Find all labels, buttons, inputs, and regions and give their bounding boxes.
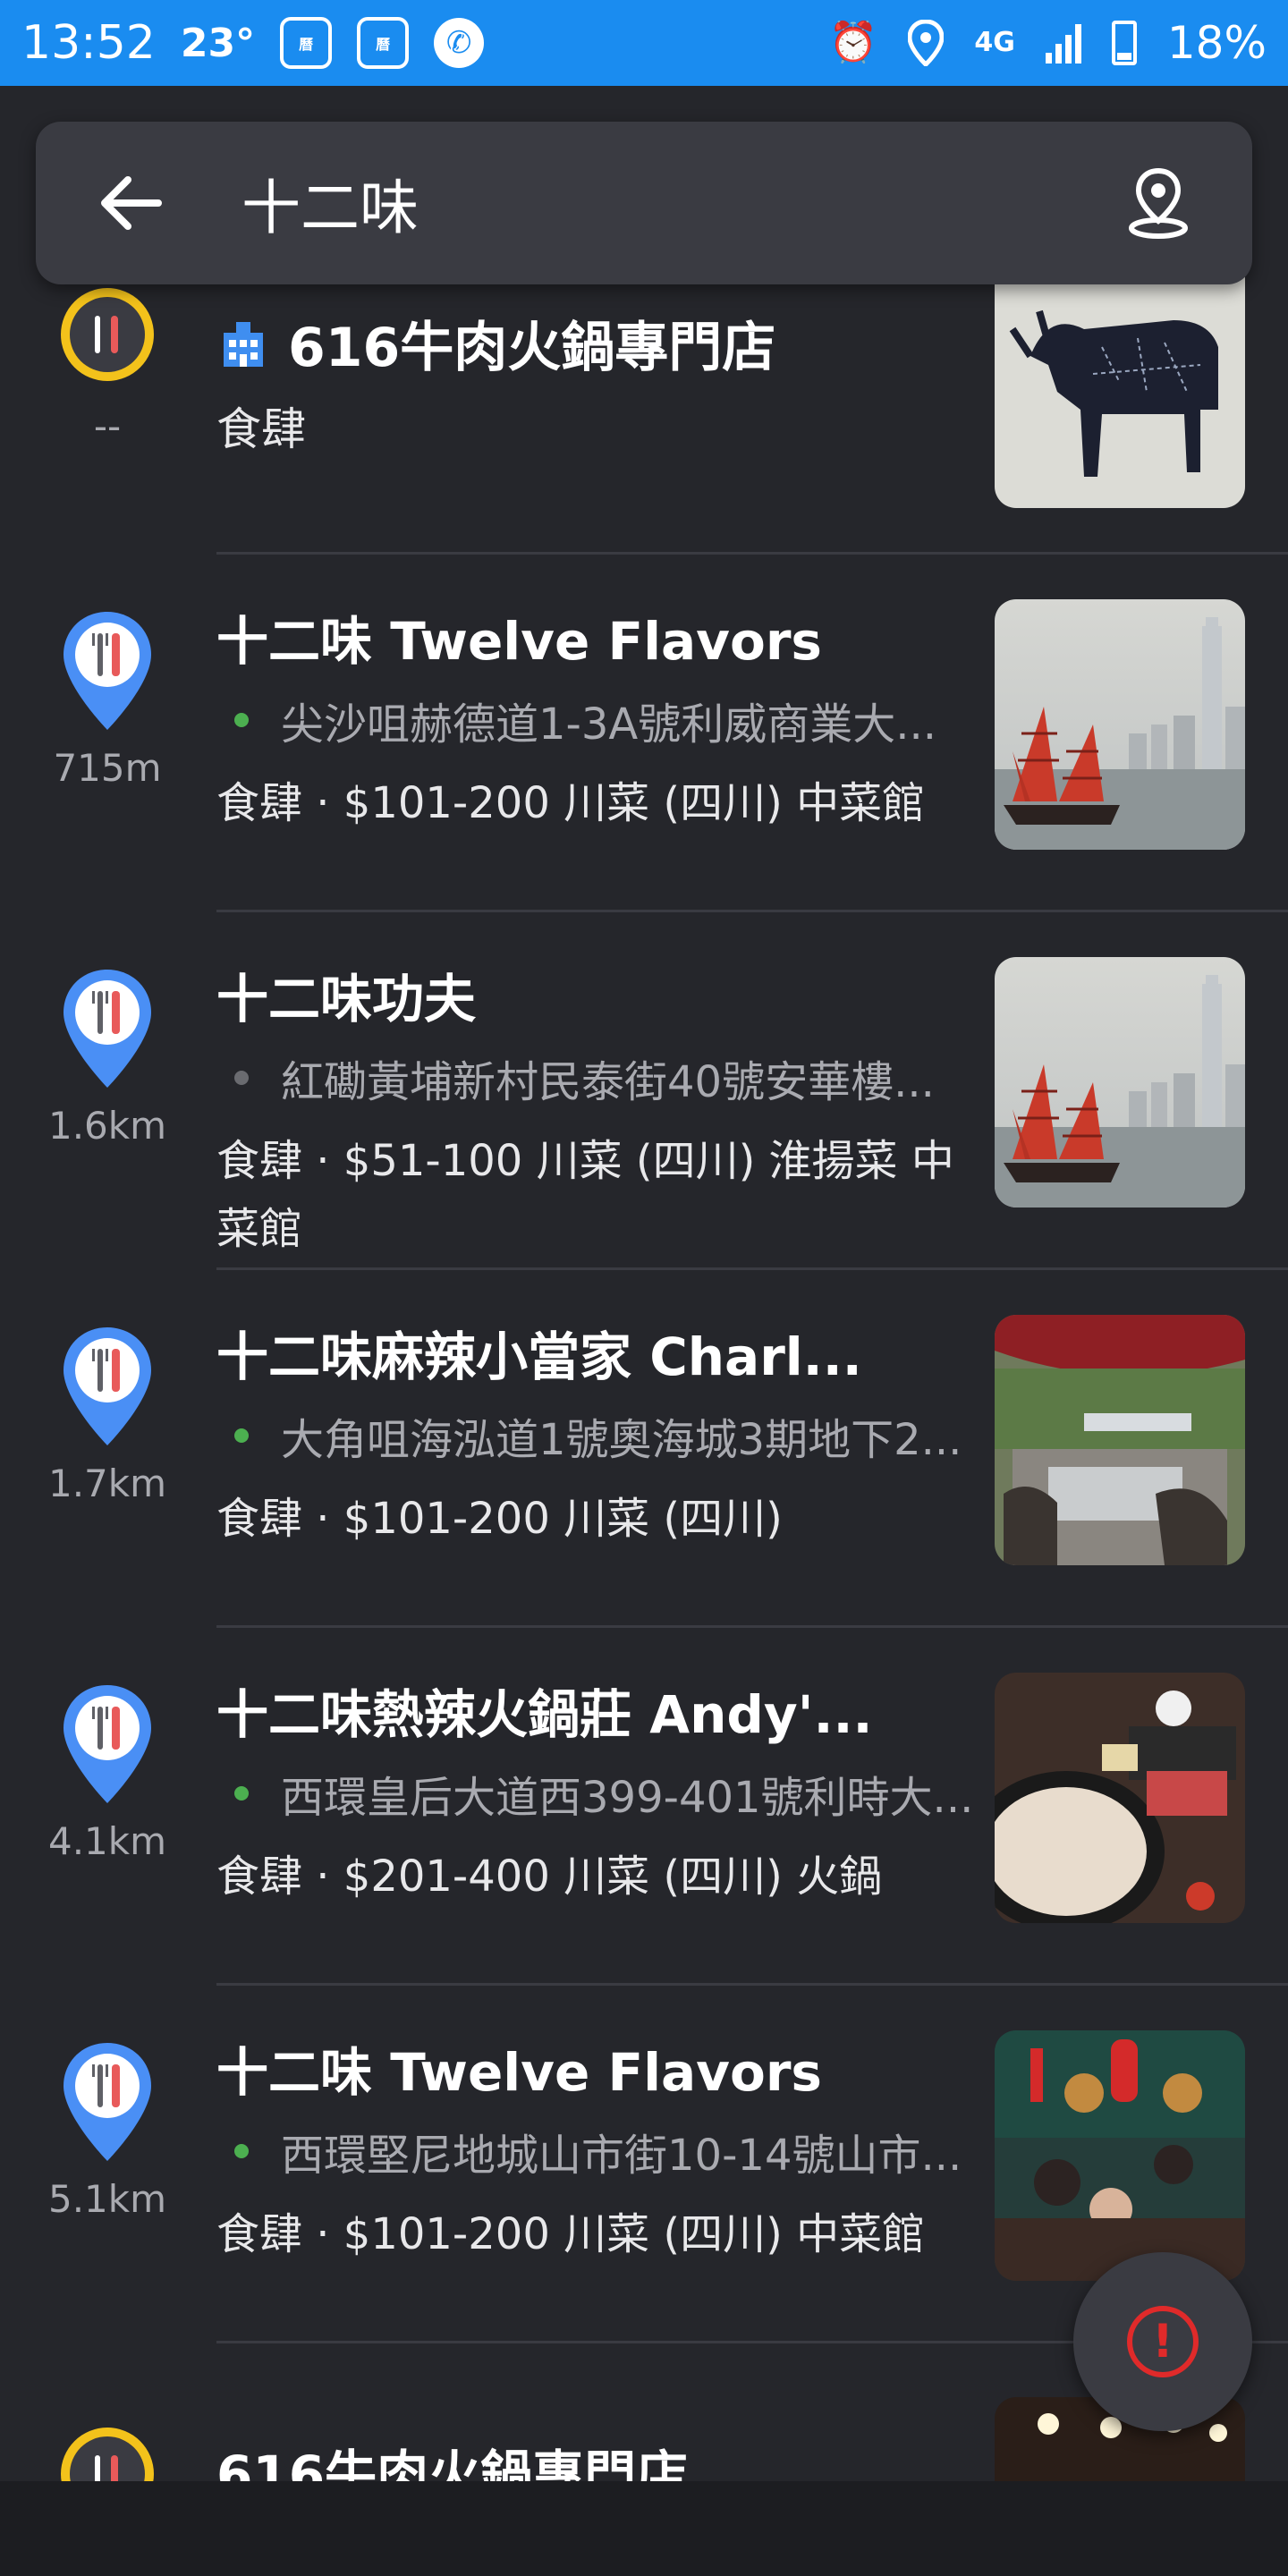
phone-icon: ✆ [434,18,485,68]
restaurant-pin-icon [58,966,157,1091]
open-status-dot [234,1786,249,1801]
restaurant-name: 十二味 Twelve Flavors [216,611,822,672]
status-temperature: 23° [180,20,256,66]
status-bar: 13:52 23° 曆 曆 ✆ ⏰ 4G 18% [0,0,1288,86]
calendar-app-icon: 曆 [280,17,333,69]
map-pin-icon[interactable] [1118,163,1199,243]
distance-label: 1.7km [47,1462,167,1505]
closed-status-dot [234,1071,249,1085]
restaurant-name: 十二味熱辣火鍋莊 Andy'... [216,1684,873,1745]
location-icon [908,20,945,66]
distance-label: 5.1km [47,2177,167,2221]
distance-label: 4.1km [47,1819,167,1863]
restaurant-address: 尖沙咀赫德道1-3A號利威商業大... [281,699,937,750]
list-item[interactable]: 1.7km 十二味麻辣小當家 Charl... 大角咀海泓道1號奧海城3期地下2..… [0,1270,1288,1628]
list-item[interactable]: 1.6km 十二味功夫紅磡黃埔新村民泰街40號安華樓... 食肆 · $51-100… [0,912,1288,1270]
restaurant-pin-icon [58,1324,157,1449]
restaurant-address: 西環皇后大道西399-401號利時大... [281,1773,974,1823]
restaurant-category: 食肆 [216,403,306,455]
alarm-icon: ⏰ [828,20,878,65]
restaurant-address: 紅磡黃埔新村民泰街40號安華樓... [281,1057,935,1107]
restaurant-meta: 食肆 · $101-200 川菜 (四川) 中菜館 [216,2209,926,2259]
status-time: 13:52 [21,16,156,70]
restaurant-meta: 食肆 · $201-400 川菜 (四川) 火鍋 [216,1852,883,1902]
signal-icon [1045,22,1081,64]
distance-label: -- [93,404,122,448]
restaurant-meta: 食肆 · $101-200 川菜 (四川) [216,1494,783,1544]
building-icon [224,321,263,367]
open-status-dot [234,713,249,727]
address-row: 大角咀海泓道1號奧海城3期地下2... [234,1404,995,1467]
open-status-dot [234,1428,249,1443]
restaurant-thumbnail [995,258,1245,508]
restaurant-marker-icon [61,2428,154,2487]
navigation-bar [0,2481,1288,2576]
restaurant-name: 616牛肉火鍋專門店 [288,317,776,379]
distance-label: 1.6km [47,1104,167,1148]
list-item-first[interactable]: -- 616牛肉火鍋專門店 食肆 [0,258,1288,555]
address-row: 紅磡黃埔新村民泰街40號安華樓... [234,1046,995,1109]
restaurant-thumbnail [995,1315,1245,1565]
list-item[interactable]: 715m 十二味 Twelve Flavors 尖沙咀赫德道1-3A號利威商業大..… [0,555,1288,912]
restaurant-thumbnail [995,957,1245,1208]
restaurant-thumbnail [995,1673,1245,1923]
search-query-text[interactable]: 十二味 [242,160,1118,246]
battery-icon [1111,21,1137,65]
restaurant-name: 十二味 Twelve Flavors [216,2042,822,2103]
report-button[interactable]: ! [1073,2252,1252,2431]
restaurant-meta: 食肆 · $101-200 川菜 (四川) 中菜館 [216,778,926,828]
restaurant-pin-icon [58,2039,157,2165]
restaurant-thumbnail [995,2030,1245,2281]
restaurant-name: 十二味麻辣小當家 Charl... [216,1326,862,1387]
network-type: 4G [974,27,1015,58]
search-header: 十二味 [36,122,1252,284]
restaurant-name: 十二味功夫 [216,969,477,1030]
back-arrow-icon[interactable] [89,163,170,243]
restaurant-address: 西環堅尼地城山市街10-14號山市... [281,2131,962,2181]
restaurant-pin-icon [58,1682,157,1807]
open-status-dot [234,2144,249,2158]
alert-icon: ! [1127,2306,1199,2377]
status-icons: ⏰ 4G 18% [829,17,1267,69]
distance-label: 715m [53,746,162,790]
calendar-app-icon-2: 曆 [357,17,410,69]
restaurant-thumbnail [995,599,1245,850]
address-row: 西環皇后大道西399-401號利時大... [234,1762,995,1825]
restaurant-address: 大角咀海泓道1號奧海城3期地下2... [281,1415,962,1465]
restaurant-meta: 食肆 · $51-100 川菜 (四川) 淮揚菜 中菜館 [216,1136,954,1254]
address-row: 西環堅尼地城山市街10-14號山市... [234,2120,995,2182]
list-item[interactable]: 4.1km 十二味熱辣火鍋莊 Andy'... 西環皇后大道西399-401號利時大… [0,1628,1288,1986]
restaurant-pin-icon [58,608,157,733]
restaurant-name: 616牛肉火鍋專門店 [216,2445,689,2487]
restaurant-marker-icon [61,288,154,381]
address-row: 尖沙咀赫德道1-3A號利威商業大... [234,689,995,751]
battery-percentage: 18% [1166,17,1267,69]
